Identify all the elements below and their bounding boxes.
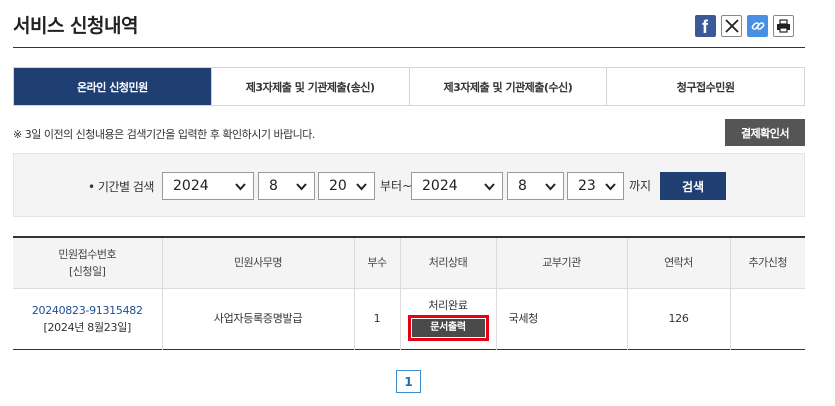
share-toolbar: f xyxy=(690,15,794,37)
search-label: • 기간별 검색 xyxy=(88,180,154,194)
notice-text: ※ 3일 이전의 신청내용은 검색기간을 입력한 후 확인하시기 바랍니다. xyxy=(13,128,315,141)
chevron-down-icon xyxy=(296,183,307,191)
from-day-select[interactable]: 20 xyxy=(318,172,375,200)
facebook-icon[interactable]: f xyxy=(695,15,716,37)
application-table: 민원접수번호 [신청일] 민원사무명 부수 처리상태 교부기관 연락처 추가신청… xyxy=(13,236,805,350)
from-year-value: 2024 xyxy=(173,178,209,194)
tab-online-applications[interactable]: 온라인 신청민원 xyxy=(14,68,211,105)
to-day-select[interactable]: 23 xyxy=(567,172,624,200)
from-suffix: 부터~ xyxy=(380,179,413,193)
to-year-value: 2024 xyxy=(422,178,458,194)
cell-contact: 126 xyxy=(626,288,730,349)
from-month-select[interactable]: 8 xyxy=(258,172,315,200)
tab-bar: 온라인 신청민원 제3자제출 및 기관제출(송신) 제3자제출 및 기관제출(수… xyxy=(13,67,805,106)
status-text: 처리완료 xyxy=(428,298,468,312)
page-title: 서비스 신청내역 xyxy=(13,15,138,37)
header-status: 처리상태 xyxy=(399,237,496,289)
tab-third-party-sent[interactable]: 제3자제출 및 기관제출(송신) xyxy=(210,68,409,105)
to-day-value: 23 xyxy=(578,178,596,194)
to-year-select[interactable]: 2024 xyxy=(411,172,503,200)
document-print-button[interactable]: 문서출력 xyxy=(411,318,485,337)
header-agency: 교부기관 xyxy=(495,237,627,289)
print-icon[interactable] xyxy=(773,15,794,37)
from-year-select[interactable]: 2024 xyxy=(162,172,254,200)
pagination-page-1[interactable]: 1 xyxy=(396,370,421,393)
header-extra: 추가신청 xyxy=(729,237,805,289)
from-day-value: 20 xyxy=(329,178,347,194)
tab-claim-applications[interactable]: 청구접수민원 xyxy=(606,68,804,105)
cell-receipt-no: 20240823-91315482 [2024년 8월23일] xyxy=(13,288,162,349)
header-copies: 부수 xyxy=(353,237,400,289)
table-row: 20240823-91315482 [2024년 8월23일] 사업자등록증명발… xyxy=(13,288,805,349)
header-task: 민원사무명 xyxy=(161,237,354,289)
cell-agency: 국세청 xyxy=(495,288,627,349)
payment-confirmation-button[interactable]: 결제확인서 xyxy=(725,119,805,146)
chevron-down-icon xyxy=(484,183,495,191)
cell-extra xyxy=(729,288,805,349)
header-contact: 연락처 xyxy=(626,237,730,289)
chevron-down-icon xyxy=(605,183,616,191)
tab-third-party-received[interactable]: 제3자제출 및 기관제출(수신) xyxy=(408,68,607,105)
header-receipt-no: 민원접수번호 [신청일] xyxy=(13,237,162,289)
print-button-highlight: 문서출력 xyxy=(407,314,489,341)
search-panel: • 기간별 검색 2024 8 20 부터~ 2024 8 23 까지 검색 xyxy=(13,153,805,217)
to-month-value: 8 xyxy=(518,178,527,194)
cell-copies: 1 xyxy=(353,288,400,349)
chevron-down-icon xyxy=(356,183,367,191)
search-button[interactable]: 검색 xyxy=(660,172,726,200)
from-month-value: 8 xyxy=(269,178,278,194)
to-month-select[interactable]: 8 xyxy=(507,172,564,200)
svg-text:f: f xyxy=(702,17,709,37)
table-header-row: 민원접수번호 [신청일] 민원사무명 부수 처리상태 교부기관 연락처 추가신청 xyxy=(13,237,805,289)
chevron-down-icon xyxy=(545,183,556,191)
chevron-down-icon xyxy=(235,183,246,191)
to-suffix: 까지 xyxy=(629,179,652,193)
link-icon[interactable] xyxy=(747,15,768,37)
cell-task: 사업자등록증명발급 xyxy=(161,288,354,349)
cell-status: 처리완료 문서출력 xyxy=(399,288,496,349)
receipt-date: [2024년 8월23일] xyxy=(43,320,132,334)
x-icon[interactable] xyxy=(721,15,742,37)
header-receipt-date-label: [신청일] xyxy=(69,264,106,278)
header-receipt-no-label: 민원접수번호 xyxy=(58,247,117,261)
receipt-number-link[interactable]: 20240823-91315482 xyxy=(13,302,162,319)
title-divider xyxy=(13,47,805,48)
